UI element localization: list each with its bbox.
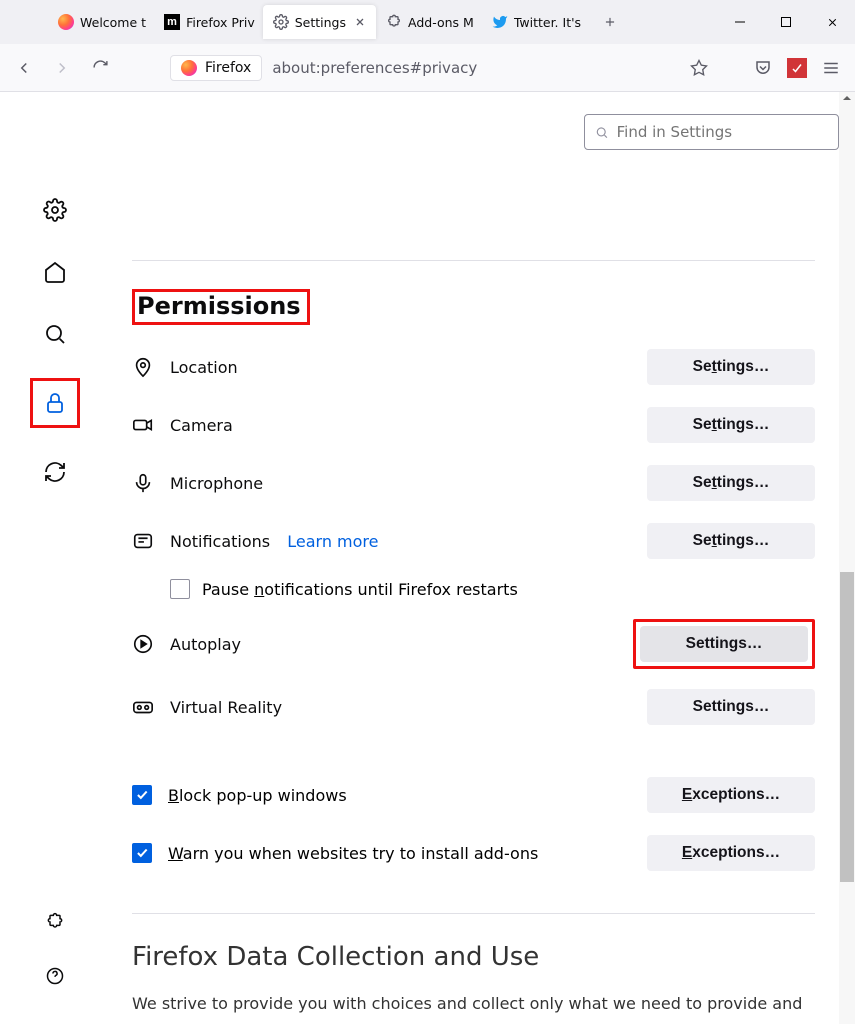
block-popups-row: Block pop-up windows Exceptions…: [132, 775, 815, 815]
perm-row-notifications: Notifications Learn more Settings…: [132, 521, 815, 561]
new-tab-button[interactable]: [593, 5, 627, 39]
pocket-button[interactable]: [747, 52, 779, 84]
block-popups-checkbox[interactable]: [132, 785, 152, 805]
url-bar[interactable]: Firefox about:preferences#privacy: [160, 50, 725, 86]
data-collection-description: We strive to provide you with choices an…: [132, 990, 815, 1024]
data-collection-heading: Firefox Data Collection and Use: [132, 942, 815, 972]
main-pane: Permissions Location Settings… Camera Se…: [110, 92, 855, 1024]
extensions-link[interactable]: [37, 904, 73, 940]
perm-label: Microphone: [170, 474, 631, 493]
perm-label: Virtual Reality: [170, 698, 631, 717]
category-home[interactable]: [37, 254, 73, 290]
perm-row-microphone: Microphone Settings…: [132, 463, 815, 503]
tab-twitter[interactable]: Twitter. It's: [482, 5, 589, 39]
firefox-icon: [58, 14, 74, 30]
divider: [132, 260, 815, 261]
perm-row-camera: Camera Settings…: [132, 405, 815, 445]
url-text: about:preferences#privacy: [272, 59, 477, 77]
extension-icon[interactable]: [787, 58, 807, 78]
tab-welcome[interactable]: Welcome t: [48, 5, 154, 39]
category-general[interactable]: [37, 192, 73, 228]
addon-exceptions-button[interactable]: Exceptions…: [647, 835, 815, 871]
pause-notifications-row: Pause notifications until Firefox restar…: [170, 579, 815, 599]
vr-settings-button[interactable]: Settings…: [647, 689, 815, 725]
notifications-settings-button[interactable]: Settings…: [647, 523, 815, 559]
autoplay-icon: [132, 633, 154, 655]
window-controls: [717, 0, 855, 44]
block-popups-label: Block pop-up windows: [168, 786, 631, 805]
highlight-privacy-category: [30, 378, 80, 428]
site-icon: m: [164, 14, 180, 30]
app-menu-button[interactable]: [815, 52, 847, 84]
browser-toolbar: Firefox about:preferences#privacy: [0, 44, 855, 92]
microphone-icon: [132, 472, 154, 494]
warn-addons-row: Warn you when websites try to install ad…: [132, 833, 815, 873]
autoplay-settings-button[interactable]: Settings…: [640, 626, 808, 662]
find-in-settings-input[interactable]: [617, 123, 828, 141]
permissions-section: Permissions Location Settings… Camera Se…: [110, 92, 815, 873]
tab-label: Firefox Priv: [186, 15, 255, 30]
pause-notifications-checkbox[interactable]: [170, 579, 190, 599]
identity-box[interactable]: Firefox: [170, 55, 262, 81]
location-icon: [132, 356, 154, 378]
divider: [132, 913, 815, 914]
camera-settings-button[interactable]: Settings…: [647, 407, 815, 443]
puzzle-icon: [386, 14, 402, 30]
tab-label: Welcome t: [80, 15, 146, 30]
find-in-settings[interactable]: [584, 114, 839, 150]
tab-addons[interactable]: Add-ons M: [376, 5, 482, 39]
highlight-autoplay-button: Settings…: [633, 619, 815, 669]
category-privacy[interactable]: [37, 385, 73, 421]
pause-notifications-label: Pause notifications until Firefox restar…: [202, 580, 518, 599]
category-search[interactable]: [37, 316, 73, 352]
location-settings-button[interactable]: Settings…: [647, 349, 815, 385]
perm-label: Camera: [170, 416, 631, 435]
back-button[interactable]: [8, 52, 40, 84]
notifications-learn-more-link[interactable]: Learn more: [287, 532, 378, 551]
perm-row-location: Location Settings…: [132, 347, 815, 387]
tab-settings[interactable]: Settings: [263, 5, 376, 39]
microphone-settings-button[interactable]: Settings…: [647, 465, 815, 501]
scrollbar-thumb[interactable]: [840, 572, 854, 882]
popup-exceptions-button[interactable]: Exceptions…: [647, 777, 815, 813]
highlight-permissions-title: Permissions: [132, 289, 310, 325]
perm-label: Notifications Learn more: [170, 532, 631, 551]
vertical-scrollbar[interactable]: [839, 92, 855, 1024]
find-in-settings-wrap: [584, 114, 839, 150]
permissions-heading: Permissions: [137, 292, 301, 320]
warn-addons-label: Warn you when websites try to install ad…: [168, 844, 631, 863]
search-icon: [595, 125, 609, 140]
bookmark-star-icon[interactable]: [683, 52, 715, 84]
twitter-icon: [492, 14, 508, 30]
warn-addons-checkbox[interactable]: [132, 843, 152, 863]
maximize-button[interactable]: [763, 0, 809, 44]
category-rail: [0, 92, 110, 1024]
vr-icon: [132, 696, 154, 718]
perm-label: Location: [170, 358, 631, 377]
minimize-button[interactable]: [717, 0, 763, 44]
browser-tab-strip: Welcome t m Firefox Priv Settings Add-on…: [0, 0, 855, 44]
tab-label: Twitter. It's: [514, 15, 581, 30]
help-link[interactable]: [37, 958, 73, 994]
gear-icon: [273, 14, 289, 30]
perm-row-vr: Virtual Reality Settings…: [132, 687, 815, 727]
perm-label: Autoplay: [170, 635, 617, 654]
forward-button[interactable]: [46, 52, 78, 84]
camera-icon: [132, 414, 154, 436]
preferences-content: Permissions Location Settings… Camera Se…: [0, 92, 855, 1024]
data-collection-section: Firefox Data Collection and Use We striv…: [110, 913, 815, 1024]
category-sync[interactable]: [37, 454, 73, 490]
close-tab-icon[interactable]: [352, 14, 368, 30]
identity-label: Firefox: [205, 60, 251, 76]
tab-label: Add-ons M: [408, 15, 474, 30]
perm-row-autoplay: Autoplay Settings…: [132, 619, 815, 669]
tab-label: Settings: [295, 15, 346, 30]
tab-firefox-privacy[interactable]: m Firefox Priv: [154, 5, 263, 39]
reload-button[interactable]: [84, 52, 116, 84]
notifications-icon: [132, 530, 154, 552]
close-window-button[interactable]: [809, 0, 855, 44]
firefox-icon: [181, 60, 197, 76]
